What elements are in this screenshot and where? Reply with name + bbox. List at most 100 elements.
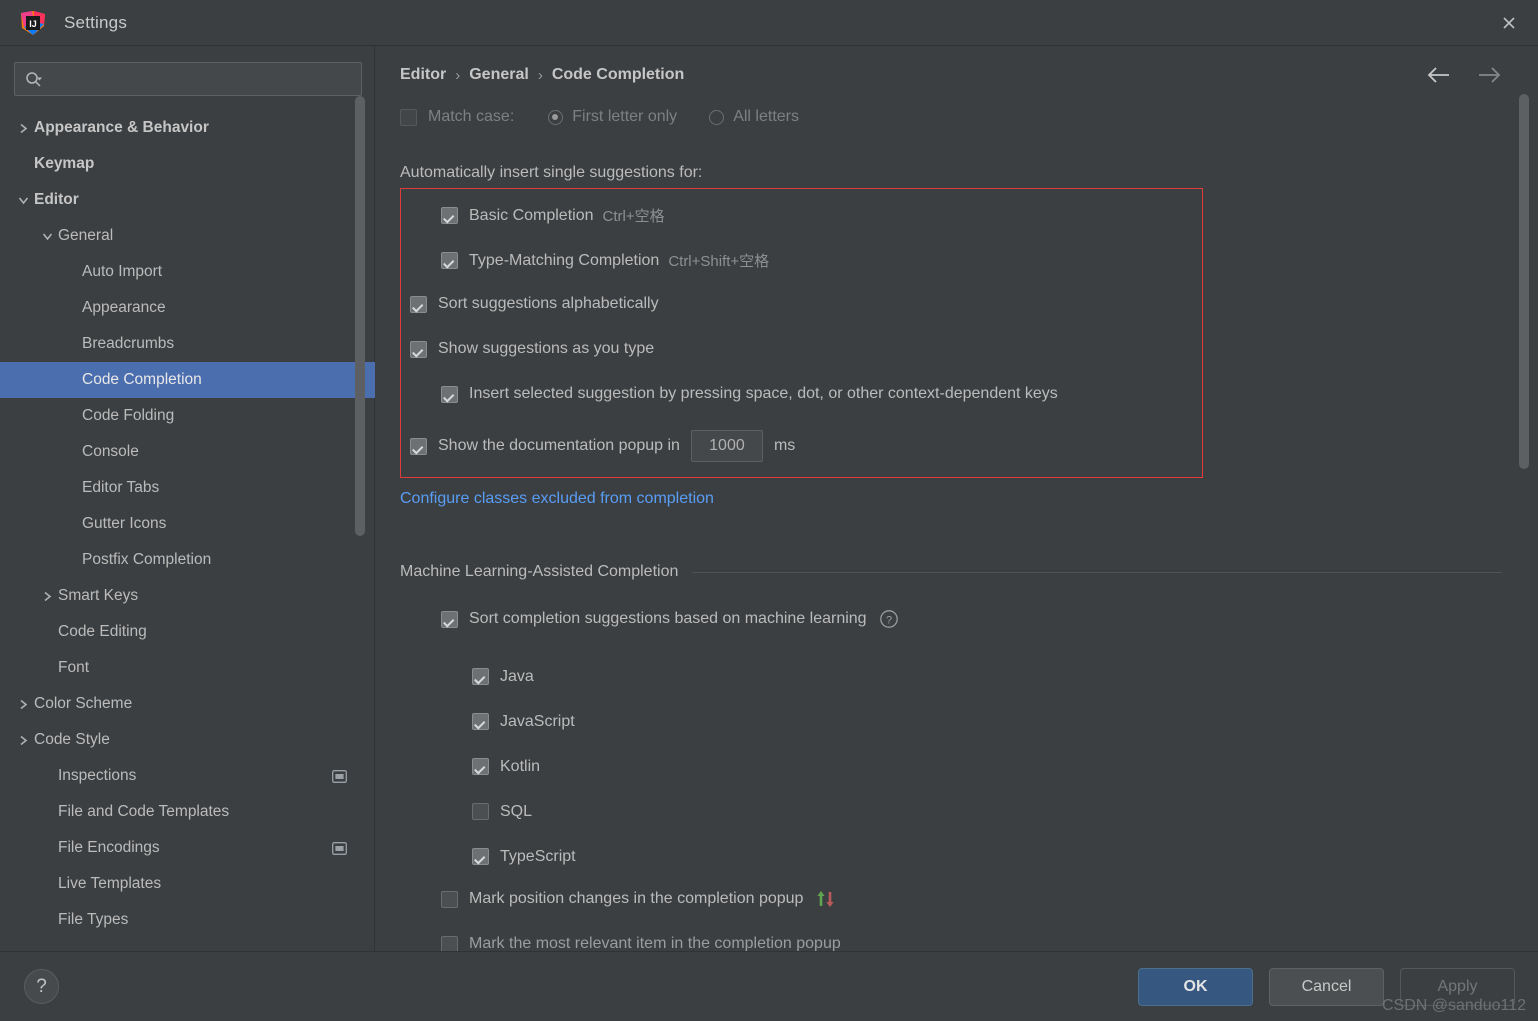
chevron-down-icon[interactable] (14, 191, 32, 209)
sidebar-item-label: Font (58, 659, 90, 676)
help-button[interactable]: ? (24, 969, 59, 1004)
close-icon[interactable] (1480, 0, 1538, 46)
ml-section-title: Machine Learning-Assisted Completion (400, 563, 679, 580)
search-input-wrapper[interactable] (14, 62, 362, 96)
ml-language-javascript[interactable]: JavaScript (472, 699, 576, 744)
sort-ml-checkbox[interactable] (441, 610, 458, 628)
auto-insert-section-label: Automatically insert single suggestions … (400, 164, 703, 181)
sidebar-item-label: Code Completion (82, 371, 202, 388)
insert-selected-checkbox[interactable] (441, 385, 458, 403)
mark-position-checkbox[interactable] (441, 890, 458, 908)
ml-language-label: Kotlin (500, 757, 541, 775)
ml-language-typescript[interactable]: TypeScript (472, 834, 576, 879)
help-circle-icon[interactable]: ? (879, 609, 899, 629)
sidebar-item-appearance-behavior[interactable]: Appearance & Behavior (0, 110, 375, 146)
ok-button[interactable]: OK (1138, 968, 1253, 1006)
ml-language-sql-checkbox[interactable] (472, 803, 489, 820)
type-matching-checkbox[interactable] (441, 252, 458, 269)
ml-language-java-checkbox[interactable] (472, 668, 489, 685)
match-case-checkbox[interactable] (400, 108, 417, 126)
chevron-right-icon[interactable] (14, 731, 32, 749)
show-doc-popup-checkbox[interactable] (410, 437, 427, 455)
option-show-as-you-type[interactable]: Show suggestions as you type (410, 340, 654, 358)
option-show-documentation-popup[interactable]: Show the documentation popup in ms (410, 430, 795, 462)
sidebar-item-appearance[interactable]: Appearance (0, 290, 375, 326)
sidebar-item-color-scheme[interactable]: Color Scheme (0, 686, 375, 722)
breadcrumb-item-general[interactable]: General (469, 66, 529, 84)
sidebar-item-inspections[interactable]: Inspections (0, 758, 375, 794)
chevron-right-icon[interactable] (14, 695, 32, 713)
arrow-right-icon[interactable] (1476, 66, 1502, 84)
option-type-matching-completion[interactable]: Type-Matching Completion Ctrl+Shift+空格 (441, 250, 769, 271)
breadcrumb-item-editor[interactable]: Editor (400, 66, 446, 84)
sidebar-item-auto-import[interactable]: Auto Import (0, 254, 375, 290)
ml-language-kotlin-checkbox[interactable] (472, 758, 489, 775)
radio-first-letter-only[interactable]: First letter only (548, 108, 677, 126)
sidebar-item-code-folding[interactable]: Code Folding (0, 398, 375, 434)
chevron-right-icon[interactable] (38, 587, 56, 605)
ml-language-sql[interactable]: SQL (472, 789, 576, 834)
settings-main-panel: Editor › General › Code Completion Match cas… (375, 46, 1538, 951)
basic-completion-label: Basic Completion (469, 206, 594, 224)
arrow-left-icon[interactable] (1426, 66, 1452, 84)
chevron-right-icon[interactable] (14, 119, 32, 137)
radio-all-letters[interactable]: All letters (709, 108, 799, 126)
sidebar-item-code-editing[interactable]: Code Editing (0, 614, 375, 650)
sidebar-item-smart-keys[interactable]: Smart Keys (0, 578, 375, 614)
sidebar-item-file-encodings[interactable]: File Encodings (0, 830, 375, 866)
sort-alphabetically-checkbox[interactable] (410, 295, 427, 313)
configure-excluded-classes-link[interactable]: Configure classes excluded from completi… (400, 490, 714, 508)
sidebar-item-breadcrumbs[interactable]: Breadcrumbs (0, 326, 375, 362)
option-sort-by-machine-learning[interactable]: Sort completion suggestions based on mac… (441, 609, 899, 629)
breadcrumb-item-code-completion[interactable]: Code Completion (552, 66, 684, 84)
sidebar-item-label: Code Style (34, 731, 110, 748)
cancel-button[interactable]: Cancel (1269, 968, 1384, 1006)
option-mark-most-relevant-item[interactable]: Mark the most relevant item in the compl… (441, 935, 841, 951)
sidebar-item-live-templates[interactable]: Live Templates (0, 866, 375, 902)
sidebar-item-postfix-completion[interactable]: Postfix Completion (0, 542, 375, 578)
sidebar-item-file-types[interactable]: File Types (0, 902, 375, 938)
option-insert-selected-suggestion[interactable]: Insert selected suggestion by pressing s… (441, 385, 1058, 403)
search-input[interactable] (50, 70, 340, 88)
settings-content: Appearance & Behavior Keymap Editor General… (0, 46, 1538, 951)
mark-relevant-checkbox[interactable] (441, 935, 458, 951)
sidebar-item-editor-tabs[interactable]: Editor Tabs (0, 470, 375, 506)
basic-completion-checkbox[interactable] (441, 207, 458, 224)
svg-text:?: ? (886, 614, 892, 626)
sidebar-scrollbar-thumb[interactable] (355, 96, 365, 536)
sidebar-item-code-completion[interactable]: Code Completion (0, 362, 375, 398)
sidebar-item-file-and-code-templates[interactable]: File and Code Templates (0, 794, 375, 830)
radio-first-letter-only-button[interactable] (548, 109, 564, 125)
ml-language-java[interactable]: Java (472, 654, 576, 699)
main-scrollbar-thumb[interactable] (1519, 94, 1529, 469)
show-as-you-type-checkbox[interactable] (410, 340, 427, 358)
type-matching-shortcut: Ctrl+Shift+空格 (668, 253, 770, 270)
radio-all-letters-button[interactable] (709, 109, 725, 125)
sidebar-item-general[interactable]: General (0, 218, 375, 254)
ml-language-typescript-checkbox[interactable] (472, 848, 489, 865)
ml-language-kotlin[interactable]: Kotlin (472, 744, 576, 789)
option-basic-completion[interactable]: Basic Completion Ctrl+空格 (441, 205, 665, 226)
sidebar-item-keymap[interactable]: Keymap (0, 146, 375, 182)
sidebar-item-code-style[interactable]: Code Style (0, 722, 375, 758)
sidebar-item-label: Keymap (34, 155, 95, 172)
option-mark-position-changes[interactable]: Mark position changes in the completion … (441, 890, 836, 908)
sidebar-item-console[interactable]: Console (0, 434, 375, 470)
sidebar-item-font[interactable]: Font (0, 650, 375, 686)
sidebar-item-editor[interactable]: Editor (0, 182, 375, 218)
doc-popup-delay-input[interactable] (690, 430, 763, 462)
ml-language-label: TypeScript (500, 847, 576, 865)
option-sort-alphabetically[interactable]: Sort suggestions alphabetically (410, 295, 659, 313)
sidebar-item-gutter-icons[interactable]: Gutter Icons (0, 506, 375, 542)
svg-text:IJ: IJ (29, 19, 37, 29)
chevron-down-icon[interactable] (38, 227, 56, 245)
ml-language-javascript-checkbox[interactable] (472, 713, 489, 730)
radio-first-letter-only-label: First letter only (572, 108, 678, 125)
sidebar-item-label: File Encodings (58, 839, 160, 856)
